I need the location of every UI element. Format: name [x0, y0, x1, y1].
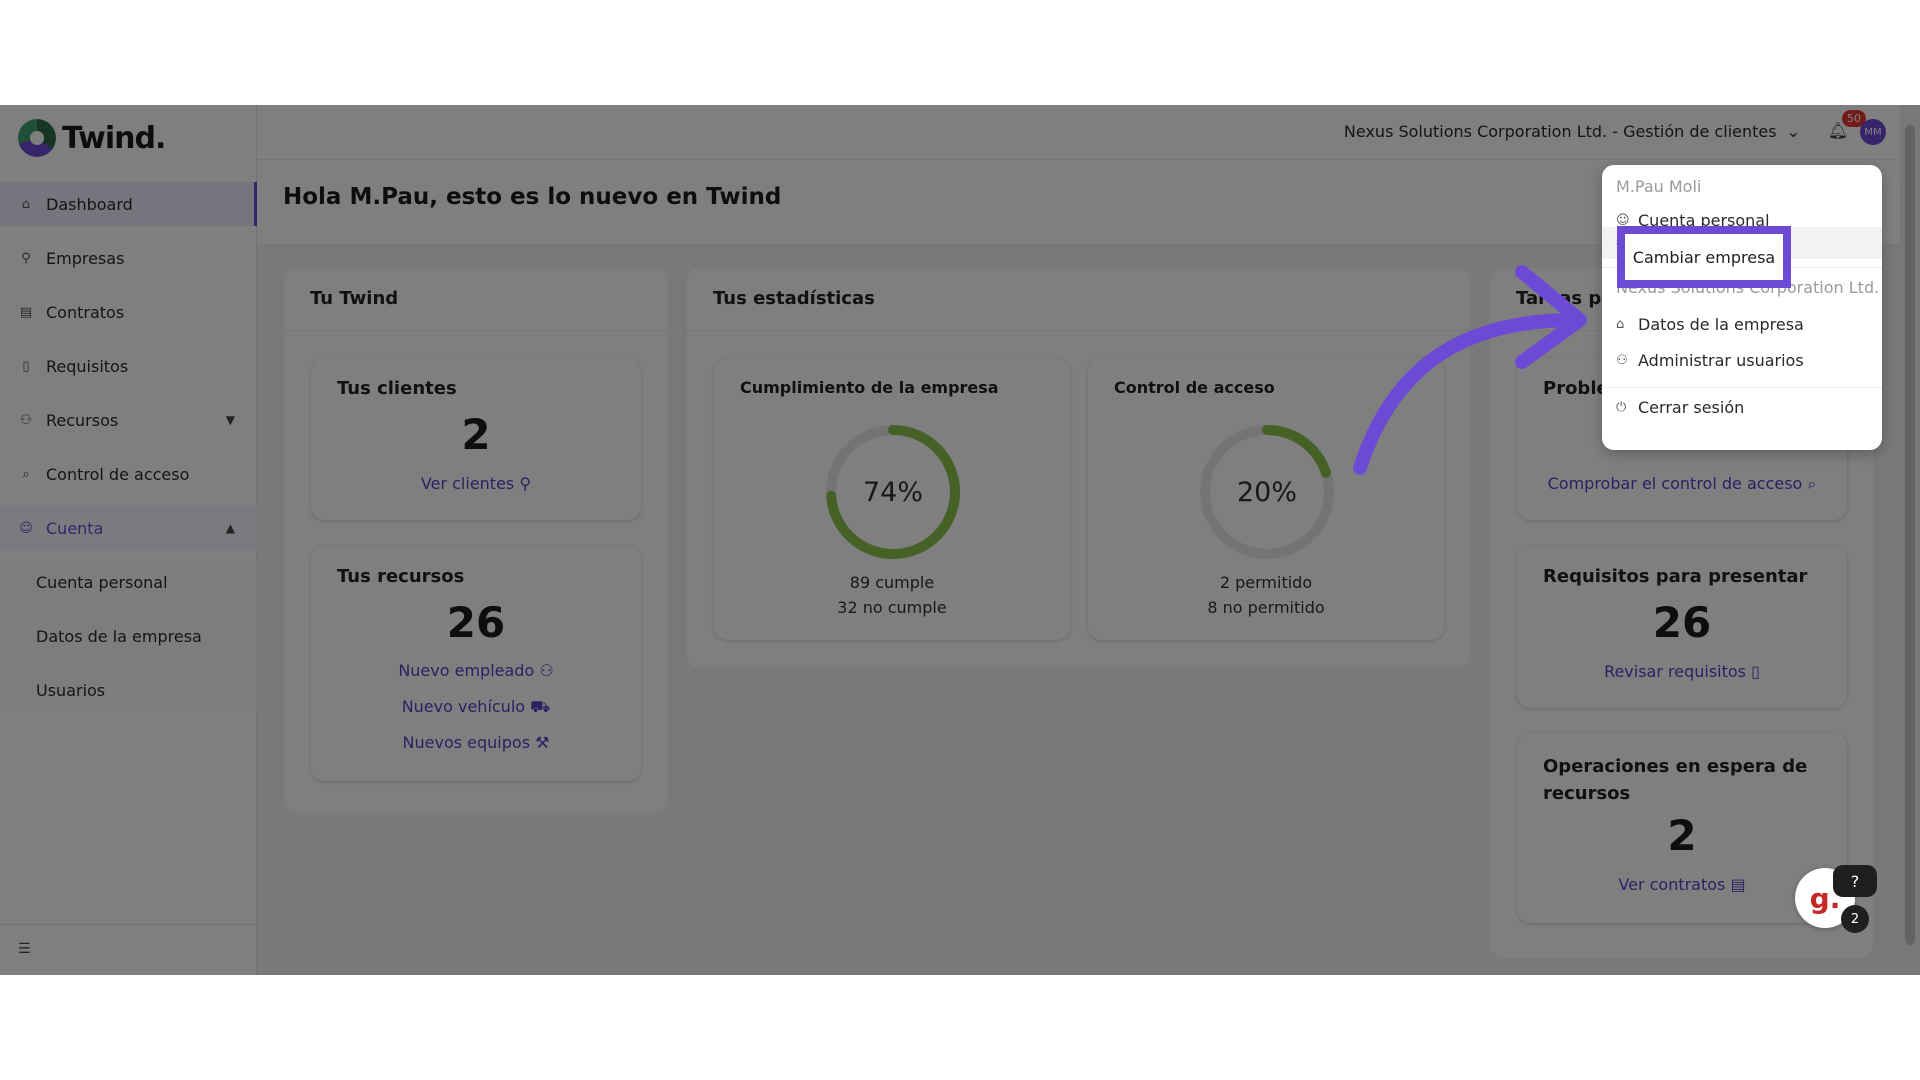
- menu-item-administrar-usuarios[interactable]: ⚇ Administrar usuarios: [1616, 351, 1804, 370]
- menu-item-cerrar-sesion[interactable]: ⏻ Cerrar sesión: [1616, 398, 1744, 417]
- divider: [1602, 387, 1882, 388]
- highlight-label: Cambiar empresa: [1632, 247, 1776, 267]
- help-icon[interactable]: ?: [1833, 865, 1877, 897]
- menu-item-label: Datos de la empresa: [1638, 315, 1804, 334]
- bank-icon: ⌂: [1616, 317, 1625, 332]
- help-icon-glyph: ?: [1850, 871, 1860, 891]
- menu-item-label: Administrar usuarios: [1638, 351, 1804, 370]
- cambiar-empresa-highlight[interactable]: Cambiar empresa: [1617, 226, 1791, 288]
- guide-arrow-icon: [1353, 265, 1587, 475]
- menu-item-label: Cerrar sesión: [1638, 398, 1745, 417]
- person-icon: ⚇: [1616, 353, 1628, 368]
- chat-badge: 2: [1841, 905, 1869, 933]
- logout-icon: ⏻: [1616, 400, 1627, 415]
- account-dropdown: M.Pau Moli ☺ Cuenta personal ⇄ Cambiar e…: [1602, 165, 1882, 450]
- menu-item-datos-empresa[interactable]: ⌂ Datos de la empresa: [1616, 315, 1804, 334]
- app-frame: Twind. ⌂ Dashboard ⚲ Empresas ▤ Contrato…: [0, 105, 1920, 975]
- dropdown-user-name: M.Pau Moli: [1616, 177, 1702, 196]
